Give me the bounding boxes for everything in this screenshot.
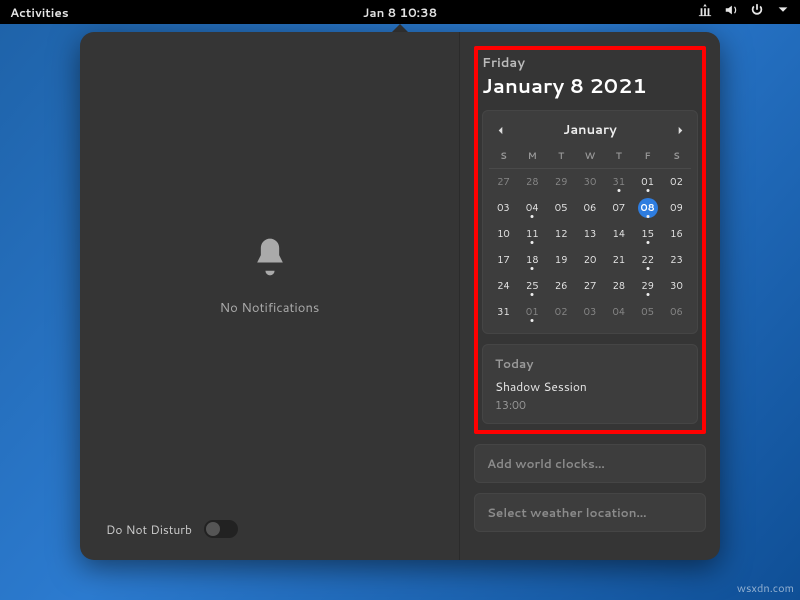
calendar-day[interactable]: 02 xyxy=(547,299,576,325)
calendar-day[interactable]: 16 xyxy=(662,221,691,247)
calendar-day[interactable]: 30 xyxy=(576,169,605,195)
calendar-day[interactable]: 27 xyxy=(576,273,605,299)
weekday-header: F xyxy=(633,145,662,169)
watermark: wsxdn.com xyxy=(737,580,794,596)
calendar-day[interactable]: 19 xyxy=(547,247,576,273)
event-time: 13:00 xyxy=(495,397,685,413)
today-header: Today xyxy=(495,355,685,372)
calendar-day[interactable]: 22 xyxy=(633,247,662,273)
calendar-day[interactable]: 29 xyxy=(547,169,576,195)
calendar-day[interactable]: 11 xyxy=(518,221,547,247)
dnd-row: Do Not Disturb xyxy=(80,520,459,538)
calendar-day[interactable]: 21 xyxy=(604,247,633,273)
calendar-day[interactable]: 31 xyxy=(604,169,633,195)
calendar-day[interactable]: 14 xyxy=(604,221,633,247)
calendar-day[interactable]: 01 xyxy=(518,299,547,325)
activities-button[interactable]: Activities xyxy=(10,4,69,21)
calendar-day[interactable]: 17 xyxy=(489,247,518,273)
full-date-label: January 8 2021 xyxy=(482,72,698,100)
calendar-day[interactable]: 05 xyxy=(547,195,576,221)
calendar-day[interactable]: 05 xyxy=(633,299,662,325)
calendar-day[interactable]: 03 xyxy=(489,195,518,221)
weekday-header: S xyxy=(489,145,518,169)
power-icon xyxy=(750,3,764,21)
month-label: January xyxy=(563,121,616,139)
clock-button[interactable]: Jan 8 10:38 xyxy=(363,4,437,21)
calendar-day[interactable]: 28 xyxy=(604,273,633,299)
calendar-day[interactable]: 04 xyxy=(518,195,547,221)
notifications-empty-label: No Notifications xyxy=(220,299,320,317)
select-weather-button[interactable]: Select weather location… xyxy=(474,493,706,532)
clock-label: Jan 8 10:38 xyxy=(363,4,437,21)
notifications-pane: No Notifications Do Not Disturb xyxy=(80,32,459,560)
weekday-header: T xyxy=(547,145,576,169)
calendar-day[interactable]: 15 xyxy=(633,221,662,247)
calendar-day[interactable]: 24 xyxy=(489,273,518,299)
today-events-card[interactable]: Today Shadow Session 13:00 xyxy=(482,344,698,424)
calendar-day[interactable]: 09 xyxy=(662,195,691,221)
calendar-day[interactable]: 25 xyxy=(518,273,547,299)
calendar-day[interactable]: 10 xyxy=(489,221,518,247)
prev-month-button[interactable] xyxy=(491,121,509,139)
annotation-highlight: Friday January 8 2021 January SMTWTFS 27… xyxy=(474,46,706,434)
add-world-clocks-button[interactable]: Add world clocks… xyxy=(474,444,706,483)
calendar-day[interactable]: 06 xyxy=(662,299,691,325)
calendar-day[interactable]: 06 xyxy=(576,195,605,221)
calendar-day[interactable]: 28 xyxy=(518,169,547,195)
volume-icon xyxy=(724,3,738,21)
datetime-popover: No Notifications Do Not Disturb Friday J… xyxy=(80,32,720,560)
calendar-day[interactable]: 29 xyxy=(633,273,662,299)
calendar-day[interactable]: 30 xyxy=(662,273,691,299)
calendar-day[interactable]: 04 xyxy=(604,299,633,325)
calendar-day[interactable]: 01 xyxy=(633,169,662,195)
weekday-header: W xyxy=(576,145,605,169)
calendar-grid: SMTWTFS 27282930310102030405060708091011… xyxy=(489,145,691,325)
weekday-label: Friday xyxy=(482,54,698,72)
dnd-label: Do Not Disturb xyxy=(106,521,192,538)
calendar-pane: Friday January 8 2021 January SMTWTFS 27… xyxy=(460,32,720,560)
calendar-day[interactable]: 20 xyxy=(576,247,605,273)
calendar-day[interactable]: 08 xyxy=(633,195,662,221)
weekday-header: T xyxy=(604,145,633,169)
calendar-day[interactable]: 02 xyxy=(662,169,691,195)
calendar-card: January SMTWTFS 272829303101020304050607… xyxy=(482,110,698,334)
calendar-day[interactable]: 18 xyxy=(518,247,547,273)
event-title: Shadow Session xyxy=(495,378,685,395)
calendar-day[interactable]: 27 xyxy=(489,169,518,195)
calendar-day[interactable]: 07 xyxy=(604,195,633,221)
calendar-day[interactable]: 13 xyxy=(576,221,605,247)
weekday-header: M xyxy=(518,145,547,169)
calendar-day[interactable]: 12 xyxy=(547,221,576,247)
status-area[interactable] xyxy=(698,3,790,21)
top-bar: Activities Jan 8 10:38 xyxy=(0,0,800,24)
calendar-day[interactable]: 03 xyxy=(576,299,605,325)
notifications-empty-state: No Notifications xyxy=(80,32,459,520)
next-month-button[interactable] xyxy=(671,121,689,139)
dnd-toggle[interactable] xyxy=(204,520,238,538)
chevron-down-icon xyxy=(776,3,790,21)
network-icon xyxy=(698,3,712,21)
weekday-header: S xyxy=(662,145,691,169)
date-header: Friday January 8 2021 xyxy=(482,54,698,100)
calendar-day[interactable]: 26 xyxy=(547,273,576,299)
bell-icon xyxy=(248,235,292,285)
calendar-day[interactable]: 31 xyxy=(489,299,518,325)
calendar-day[interactable]: 23 xyxy=(662,247,691,273)
